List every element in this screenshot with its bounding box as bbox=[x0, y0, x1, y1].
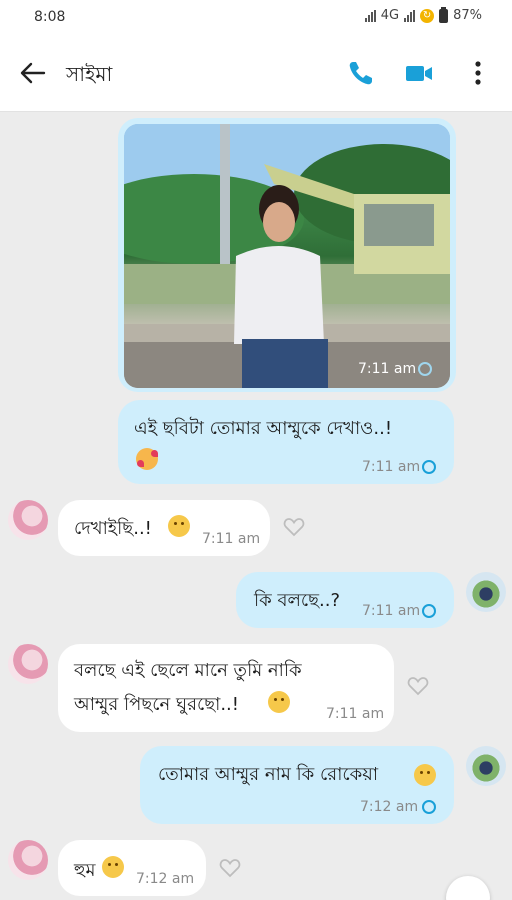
status-time: 8:08 bbox=[34, 9, 66, 25]
thinking-face-icon bbox=[268, 691, 290, 713]
message-text: তোমার আম্মুর নাম কি রোকেয়া bbox=[158, 764, 379, 785]
message-text: এই ছবিটা তোমার আম্মুকে দেখাও..! bbox=[134, 418, 393, 439]
phone-icon[interactable] bbox=[346, 58, 376, 88]
pleading-face-icon bbox=[414, 764, 436, 786]
video-icon[interactable] bbox=[404, 58, 434, 88]
message-text: বলছে এই ছেলে মানে তুমি নাকি bbox=[74, 660, 302, 681]
message-time: 7:12 am bbox=[360, 799, 419, 815]
delivered-icon bbox=[418, 362, 432, 376]
message-time: 7:11 am bbox=[202, 531, 261, 547]
signal-icon bbox=[364, 9, 376, 22]
message-time: 7:12 am bbox=[136, 871, 195, 887]
scroll-down-button[interactable] bbox=[446, 876, 490, 900]
delivered-icon bbox=[422, 604, 436, 618]
more-vertical-icon[interactable] bbox=[466, 58, 490, 88]
message-time: 7:11 am bbox=[362, 459, 421, 475]
my-avatar bbox=[466, 746, 506, 786]
heart-react-icon[interactable] bbox=[218, 856, 242, 880]
chat-header: সাইমা bbox=[0, 34, 512, 112]
heart-react-icon[interactable] bbox=[282, 515, 306, 539]
contact-avatar[interactable] bbox=[8, 500, 48, 540]
my-avatar bbox=[466, 572, 506, 612]
contact-name[interactable]: সাইমা bbox=[66, 60, 112, 93]
message-time: 7:11 am bbox=[358, 361, 417, 377]
data-saver-icon: ↻ bbox=[420, 8, 435, 23]
network-type: 4G bbox=[380, 8, 400, 23]
message-text: কি বলছে..? bbox=[254, 590, 341, 611]
message-text: আম্মুর পিছনে ঘুরছো..! bbox=[74, 694, 239, 715]
message-time: 7:11 am bbox=[326, 706, 385, 722]
battery-level: 87% bbox=[453, 8, 482, 23]
message-text: দেখাইছি..! bbox=[74, 518, 152, 539]
arrow-left-icon[interactable] bbox=[18, 58, 48, 88]
heart-react-icon[interactable] bbox=[406, 674, 430, 698]
delivered-icon bbox=[422, 460, 436, 474]
contact-avatar[interactable] bbox=[8, 644, 48, 684]
photo-image bbox=[124, 124, 450, 388]
battery-icon bbox=[439, 6, 449, 23]
delivered-icon bbox=[422, 800, 436, 814]
slightly-smiling-face-icon bbox=[102, 856, 124, 878]
status-bar: 8:08 4G ↻ 87% bbox=[0, 0, 512, 34]
signal-icon-2 bbox=[404, 9, 416, 22]
shared-photo[interactable] bbox=[124, 124, 450, 388]
message-time: 7:11 am bbox=[362, 603, 421, 619]
smiling-face-with-hearts-icon bbox=[136, 448, 158, 470]
message-text: হুম bbox=[74, 860, 96, 881]
disappointed-face-icon bbox=[168, 515, 190, 537]
status-indicators: 4G ↻ 87% bbox=[364, 6, 482, 23]
contact-avatar[interactable] bbox=[8, 840, 48, 880]
